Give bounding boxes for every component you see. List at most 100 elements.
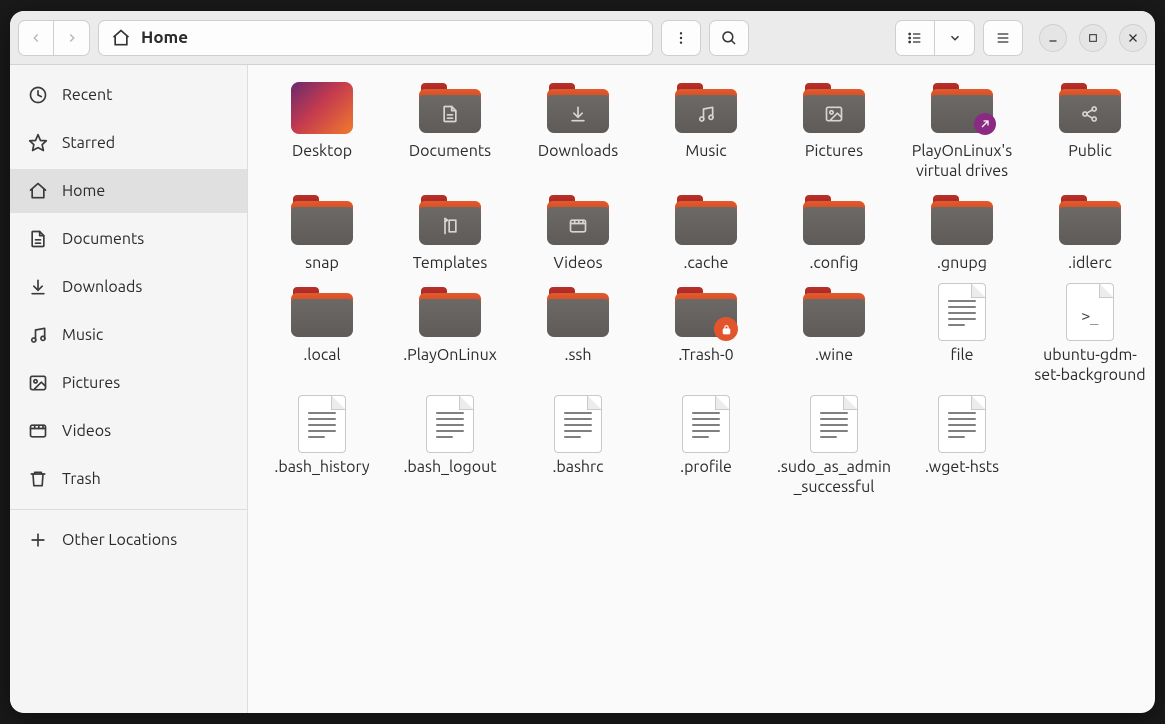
file-item[interactable]: Public: [1026, 75, 1154, 181]
file-item[interactable]: Documents: [386, 75, 514, 181]
content-area[interactable]: Desktop Documents Downloads Music PicturesPl…: [248, 65, 1155, 713]
file-item[interactable]: .bashrc: [514, 391, 642, 497]
nav-group: [18, 20, 90, 56]
sidebar: Recent Starred Home Documents Downloads Music…: [10, 65, 248, 713]
desktop-icon: [288, 79, 356, 137]
folder-icon: [416, 283, 484, 341]
hamburger-icon: [995, 30, 1011, 46]
chevron-down-icon: [948, 31, 962, 45]
file-item-label: .sudo_as_admin_successful: [775, 457, 893, 497]
sidebar-separator: [10, 509, 247, 510]
file-item[interactable]: .ssh: [514, 279, 642, 385]
sidebar-item-label: Trash: [62, 470, 101, 488]
file-manager-window: Home: [10, 11, 1155, 713]
sidebar-item-label: Other Locations: [62, 531, 177, 549]
file-item[interactable]: .profile: [642, 391, 770, 497]
file-item[interactable]: .bash_logout: [386, 391, 514, 497]
sidebar-item-label: Starred: [62, 134, 115, 152]
file-item-label: Desktop: [292, 141, 352, 161]
file-item-label: .bash_logout: [404, 457, 497, 477]
folder-icon: [800, 79, 868, 137]
file-item[interactable]: .cache: [642, 187, 770, 273]
hamburger-menu-button[interactable]: [983, 20, 1023, 56]
folder-icon: [544, 191, 612, 249]
text-file-icon: [544, 395, 612, 453]
file-item[interactable]: .PlayOnLinux: [386, 279, 514, 385]
sidebar-item-downloads[interactable]: Downloads: [10, 265, 247, 309]
back-button[interactable]: [18, 20, 54, 56]
file-item-label: .config: [810, 253, 859, 273]
file-item[interactable]: Desktop: [258, 75, 386, 181]
view-dropdown-button[interactable]: [935, 20, 975, 56]
file-item[interactable]: .wine: [770, 279, 898, 385]
maximize-button[interactable]: [1079, 24, 1107, 52]
chevron-left-icon: [29, 31, 43, 45]
search-icon: [720, 29, 738, 47]
text-file-icon: [928, 283, 996, 341]
file-item[interactable]: file: [898, 279, 1026, 385]
folder-icon: [1056, 191, 1124, 249]
file-item-label: Music: [685, 141, 726, 161]
icon-view-button[interactable]: [895, 20, 935, 56]
sidebar-item-starred[interactable]: Starred: [10, 121, 247, 165]
sidebar-item-label: Documents: [62, 230, 144, 248]
sidebar-item-label: Pictures: [62, 374, 120, 392]
window-controls: [1039, 24, 1147, 52]
view-switcher: [895, 20, 975, 56]
sidebar-item-other-locations[interactable]: Other Locations: [10, 518, 247, 562]
file-item-label: Documents: [409, 141, 491, 161]
folder-icon: [672, 283, 740, 341]
folder-icon: [1056, 79, 1124, 137]
file-item[interactable]: PlayOnLinux's virtual drives: [898, 75, 1026, 181]
file-item[interactable]: .gnupg: [898, 187, 1026, 273]
sidebar-item-documents[interactable]: Documents: [10, 217, 247, 261]
file-item[interactable]: Templates: [386, 187, 514, 273]
file-item[interactable]: Videos: [514, 187, 642, 273]
file-item[interactable]: Pictures: [770, 75, 898, 181]
sidebar-item-home[interactable]: Home: [10, 169, 247, 213]
file-item[interactable]: Downloads: [514, 75, 642, 181]
file-item[interactable]: .Trash-0: [642, 279, 770, 385]
close-icon: [1127, 32, 1139, 44]
search-button[interactable]: [709, 20, 749, 56]
sidebar-item-label: Music: [62, 326, 103, 344]
file-item[interactable]: snap: [258, 187, 386, 273]
file-item[interactable]: >_ubuntu-gdm-set-background: [1026, 279, 1154, 385]
list-icon: [907, 30, 923, 46]
star-icon: [28, 133, 48, 153]
folder-icon: [288, 191, 356, 249]
sidebar-item-pictures[interactable]: Pictures: [10, 361, 247, 405]
sidebar-item-label: Videos: [62, 422, 111, 440]
file-item[interactable]: .wget-hsts: [898, 391, 1026, 497]
file-item-label: .wine: [815, 345, 853, 365]
folder-icon: [544, 79, 612, 137]
file-item[interactable]: .bash_history: [258, 391, 386, 497]
sidebar-item-trash[interactable]: Trash: [10, 457, 247, 501]
folder-icon: [416, 79, 484, 137]
sidebar-item-label: Recent: [62, 86, 112, 104]
doc-icon: [28, 229, 48, 249]
more-button[interactable]: [661, 20, 701, 56]
file-item-label: .wget-hsts: [925, 457, 999, 477]
forward-button[interactable]: [54, 20, 90, 56]
file-item[interactable]: .idlerc: [1026, 187, 1154, 273]
file-item-label: file: [950, 345, 973, 365]
file-item[interactable]: .config: [770, 187, 898, 273]
file-item[interactable]: Music: [642, 75, 770, 181]
file-item[interactable]: .sudo_as_admin_successful: [770, 391, 898, 497]
pathbar[interactable]: Home: [98, 20, 653, 56]
file-item-label: .PlayOnLinux: [403, 345, 497, 365]
folder-icon: [800, 191, 868, 249]
sidebar-item-music[interactable]: Music: [10, 313, 247, 357]
sidebar-item-label: Home: [62, 182, 105, 200]
download-icon: [28, 277, 48, 297]
video-icon: [28, 421, 48, 441]
file-item-label: Videos: [553, 253, 602, 273]
file-item-label: Public: [1068, 141, 1112, 161]
close-button[interactable]: [1119, 24, 1147, 52]
file-item-label: .gnupg: [937, 253, 987, 273]
sidebar-item-recent[interactable]: Recent: [10, 73, 247, 117]
minimize-button[interactable]: [1039, 24, 1067, 52]
file-item[interactable]: .local: [258, 279, 386, 385]
sidebar-item-videos[interactable]: Videos: [10, 409, 247, 453]
